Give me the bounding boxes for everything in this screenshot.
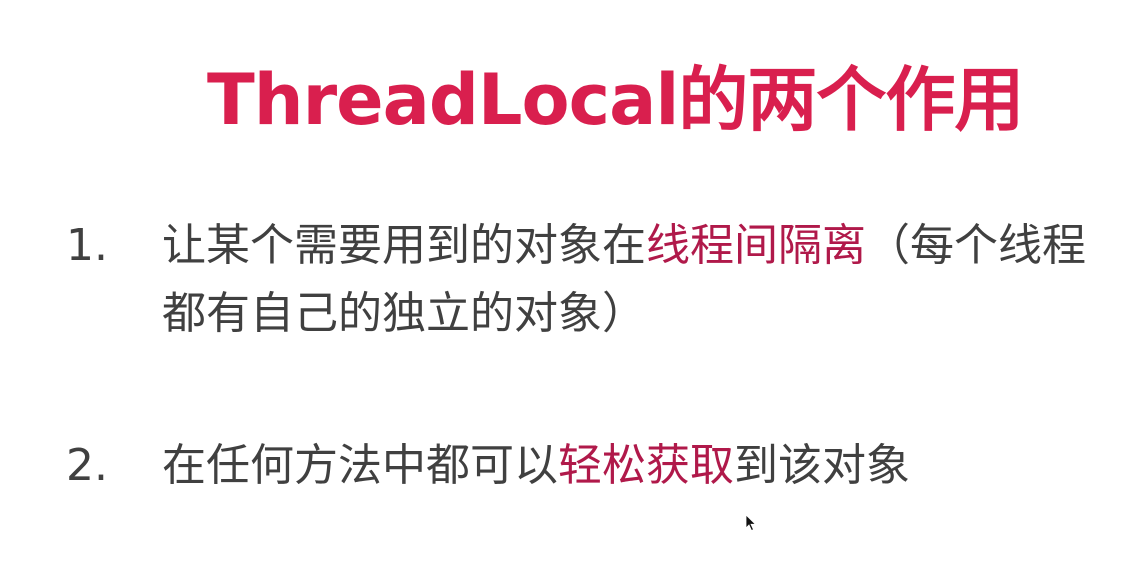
list-item-text: 在任何方法中都可以轻松获取到该对象 [162,432,1127,500]
list-item-highlight: 线程间隔离 [646,220,866,271]
slide: ThreadLocal的两个作用 1. 让某个需要用到的对象在线程间隔离（每个线… [0,0,1129,582]
list-item-highlight: 轻松获取 [558,440,734,491]
slide-title: ThreadLocal的两个作用 [207,59,1024,141]
list-item-text-before: 在任何方法中都可以 [162,440,558,491]
list-item-number: 2. [66,440,108,491]
list-item-text: 让某个需要用到的对象在线程间隔离（每个线程都有自己的独立的对象） [162,212,1127,348]
list-item-number: 1. [66,220,108,271]
list-item-text-after: 到该对象 [734,440,910,491]
list-item-text-before: 让某个需要用到的对象在 [162,220,646,271]
mouse-pointer-icon [745,514,757,532]
